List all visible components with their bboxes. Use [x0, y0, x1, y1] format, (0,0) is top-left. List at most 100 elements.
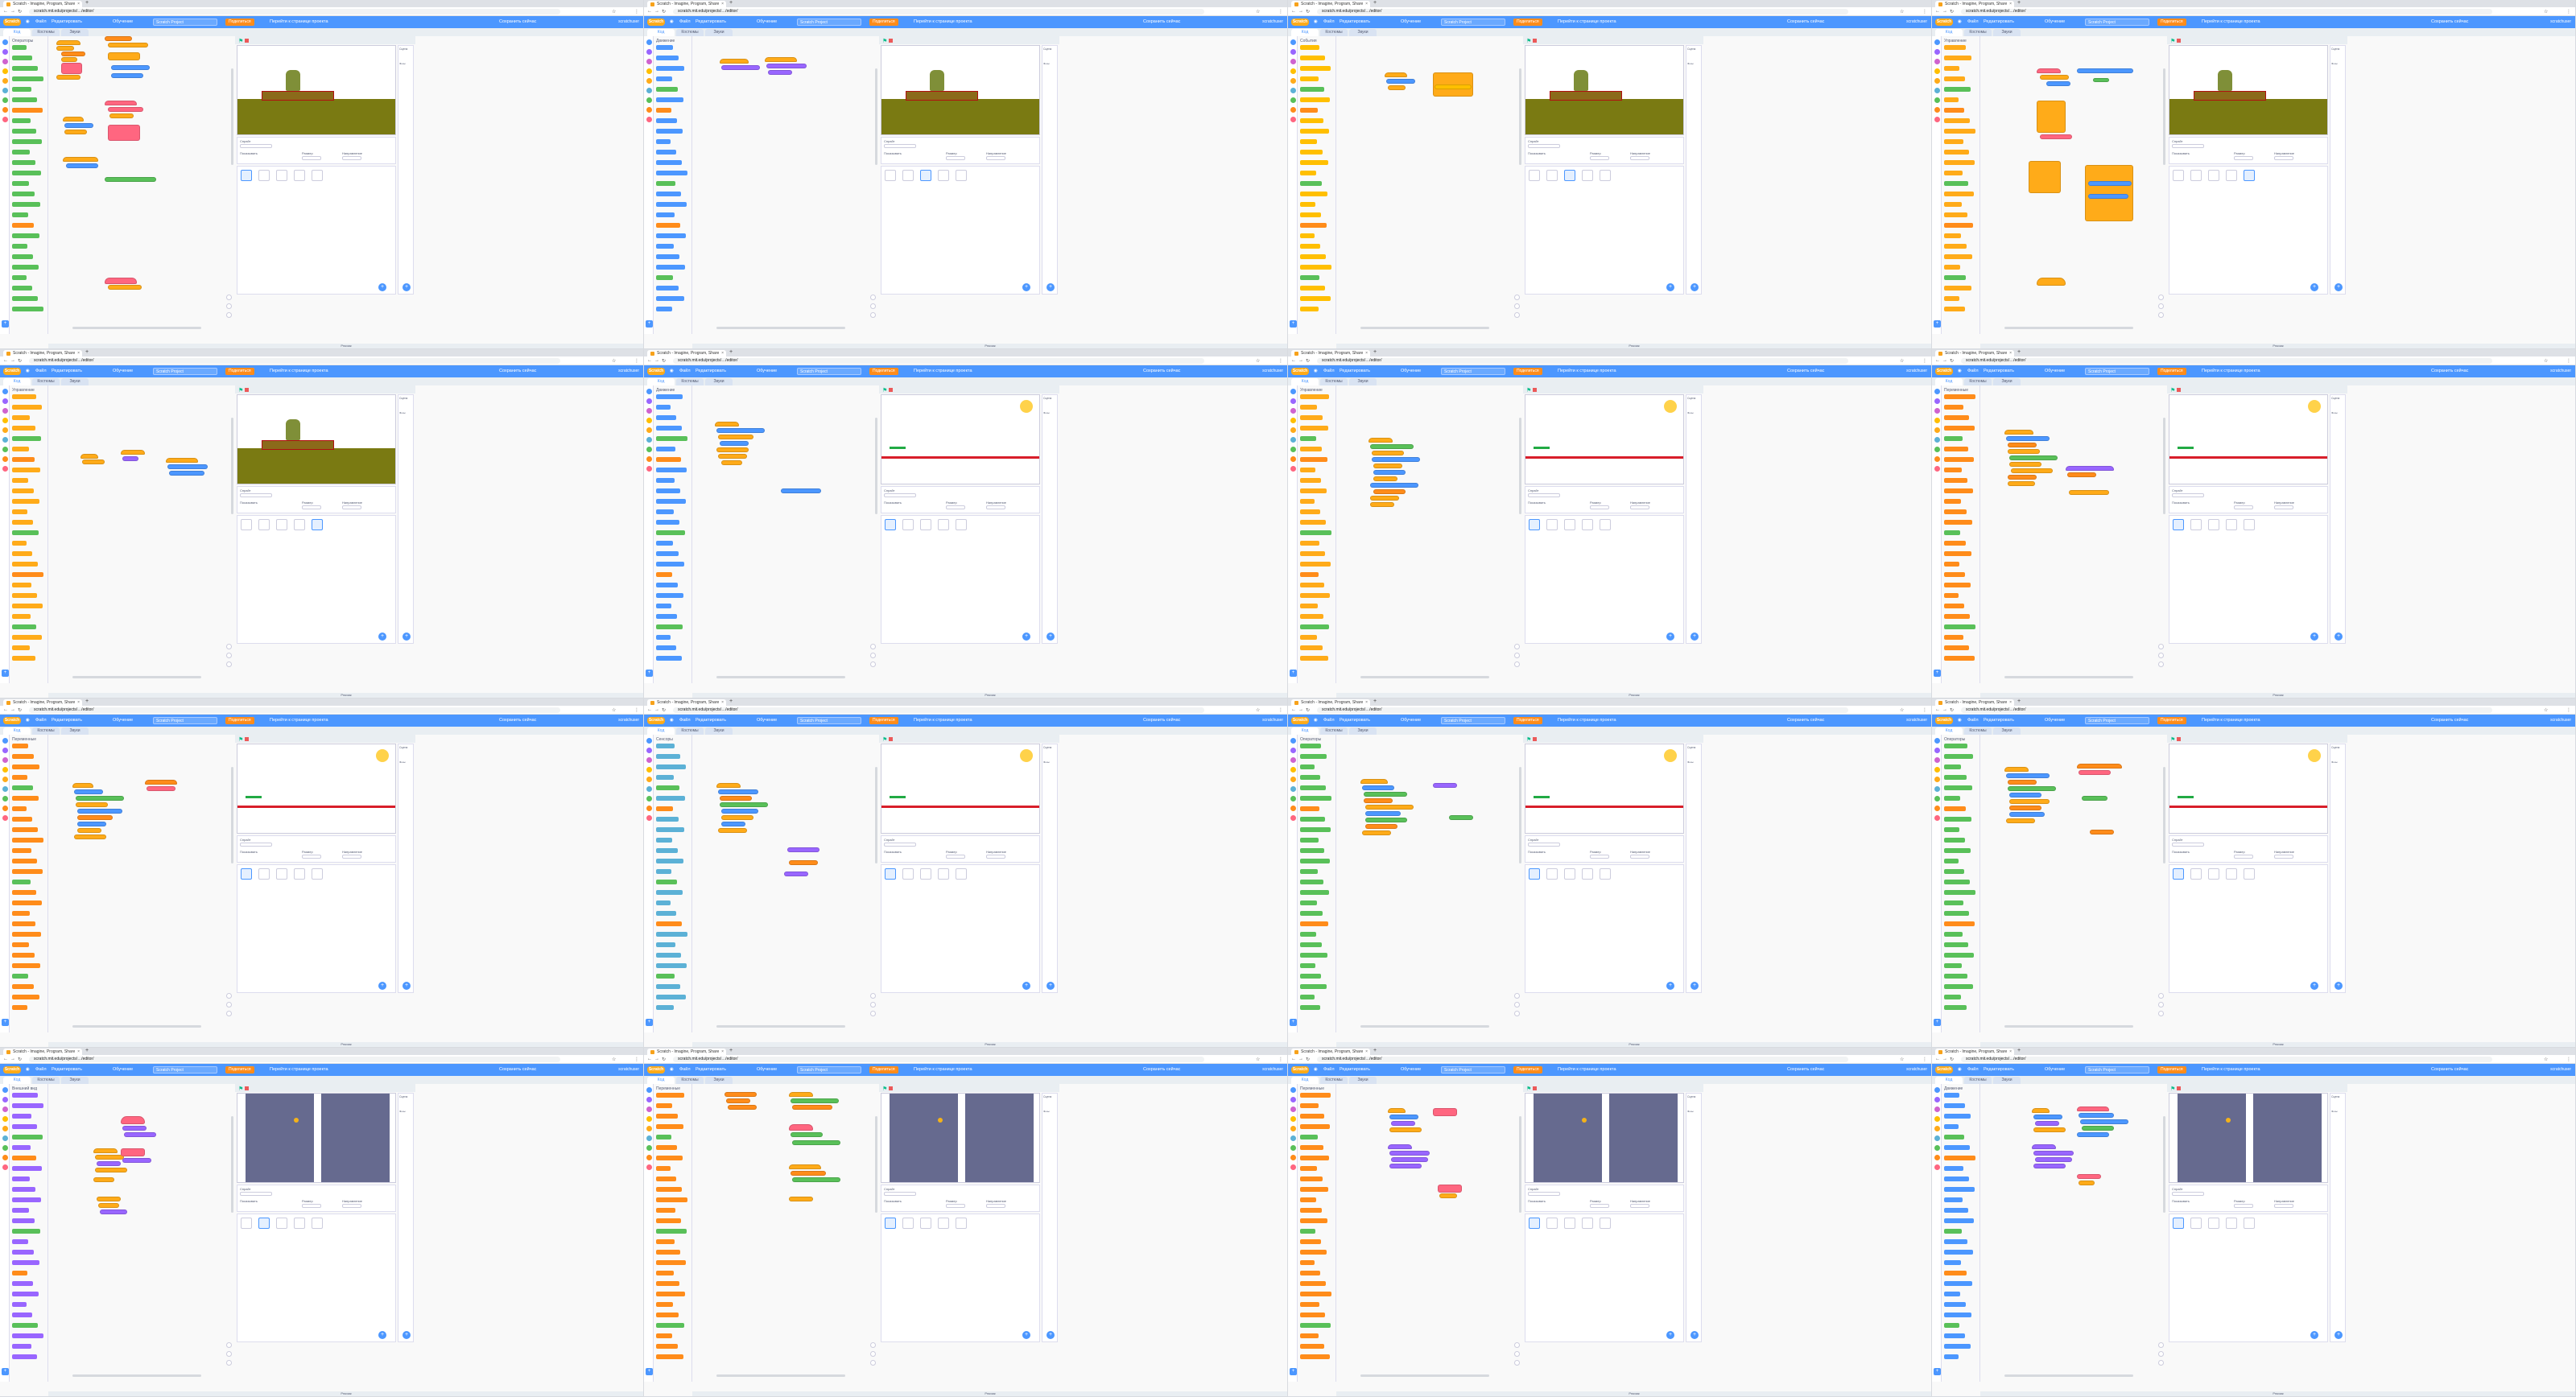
code-block[interactable] [1388, 85, 1406, 90]
add-sprite-button[interactable]: + [1022, 633, 1030, 641]
palette-block[interactable] [1944, 1114, 1971, 1119]
sprite-thumbnail[interactable] [1546, 170, 1558, 181]
palette-block[interactable] [12, 604, 43, 608]
direction-field[interactable] [342, 505, 361, 509]
code-block[interactable] [56, 75, 80, 80]
code-block[interactable] [789, 1197, 813, 1201]
palette-block[interactable] [656, 859, 683, 863]
palette-block[interactable] [1944, 436, 1963, 441]
code-block[interactable] [2040, 134, 2072, 139]
palette-block[interactable] [1944, 307, 1965, 311]
sprite-name-field[interactable] [2172, 1192, 2204, 1196]
tab-costumes[interactable]: Костюмы [32, 378, 60, 385]
zoom-out-icon[interactable] [226, 1351, 232, 1357]
palette-block[interactable] [12, 880, 31, 884]
palette-block[interactable] [12, 488, 34, 493]
sprite-thumbnail[interactable] [241, 1218, 252, 1229]
project-title-input[interactable]: Scratch Project [1441, 717, 1505, 724]
add-extension-button[interactable]: + [2, 1368, 9, 1375]
add-backdrop-button[interactable]: + [1690, 982, 1699, 990]
code-block[interactable] [2008, 786, 2056, 791]
palette-block[interactable] [656, 869, 671, 874]
palette-block[interactable] [12, 254, 33, 259]
zoom-reset-icon[interactable] [1514, 661, 1520, 667]
palette-block[interactable] [1300, 1093, 1331, 1098]
new-tab-icon[interactable]: + [1373, 0, 1377, 6]
palette-block[interactable] [1300, 583, 1324, 587]
green-flag-icon[interactable]: ⚑ [882, 387, 887, 394]
stop-icon[interactable] [2177, 1086, 2181, 1090]
backpack-bar[interactable]: Рюкзак [1980, 1391, 2575, 1396]
category-1-icon[interactable] [646, 748, 652, 753]
tab-costumes[interactable]: Костюмы [1964, 1077, 1992, 1084]
palette-block[interactable] [1944, 139, 1963, 144]
see-project-page-link[interactable]: Перейти к странице проекта [2202, 1067, 2260, 1072]
reload-icon[interactable]: ↻ [662, 707, 666, 713]
palette-block[interactable] [1944, 426, 1975, 431]
palette-block[interactable] [1944, 1187, 1975, 1192]
code-block[interactable] [718, 789, 758, 794]
new-tab-icon[interactable]: + [2017, 349, 2021, 355]
palette-block[interactable] [12, 593, 37, 598]
forward-icon[interactable]: → [1942, 1057, 1947, 1061]
sprite-name-field[interactable] [240, 493, 272, 497]
share-button[interactable]: Поделиться [225, 717, 254, 724]
palette-block[interactable] [656, 890, 683, 895]
code-block[interactable] [726, 1098, 750, 1103]
backpack-bar[interactable]: Рюкзак [692, 1391, 1287, 1396]
language-globe-icon[interactable]: ◉ [26, 369, 30, 373]
see-project-page-link[interactable]: Перейти к странице проекта [270, 369, 328, 373]
palette-block[interactable] [656, 87, 678, 92]
forward-icon[interactable]: → [654, 707, 659, 712]
add-extension-button[interactable]: + [1290, 320, 1297, 328]
hat-block[interactable] [2037, 278, 2066, 286]
palette-block[interactable] [12, 806, 27, 811]
stage-canvas[interactable] [2169, 45, 2328, 135]
category-7-icon[interactable] [1934, 456, 1940, 462]
url-field[interactable]: scratch.mit.edu/projects/…/editor/ [673, 358, 1204, 364]
palette-block[interactable] [1944, 827, 1959, 832]
category-4-icon[interactable] [646, 1126, 652, 1131]
tab-code[interactable]: Код [3, 1077, 31, 1084]
palette-block[interactable] [656, 223, 680, 228]
palette-block[interactable] [656, 635, 671, 640]
category-7-icon[interactable] [2, 107, 8, 113]
palette-block[interactable] [1944, 764, 1961, 769]
scratch-logo[interactable]: Scratch [1291, 1066, 1309, 1074]
code-block[interactable] [791, 1098, 839, 1103]
language-globe-icon[interactable]: ◉ [26, 1067, 30, 1072]
category-3-icon[interactable] [646, 68, 652, 74]
category-6-icon[interactable] [646, 97, 652, 103]
palette-block[interactable] [1300, 974, 1321, 979]
palette-block[interactable] [12, 859, 37, 863]
palette-block[interactable] [1944, 796, 1960, 801]
category-2-icon[interactable] [646, 408, 652, 414]
palette-block[interactable] [656, 307, 672, 311]
stage-canvas[interactable] [237, 45, 396, 135]
palette-block[interactable] [12, 838, 43, 843]
palette-block[interactable] [1300, 1271, 1320, 1275]
hat-block[interactable] [2037, 68, 2061, 73]
size-field[interactable] [302, 855, 321, 859]
sprite-thumbnail[interactable] [1582, 170, 1593, 181]
save-now-link[interactable]: Сохранить сейчас [1143, 718, 1180, 723]
sprite-thumbnail[interactable] [956, 170, 967, 181]
category-0-icon[interactable] [1290, 389, 1296, 394]
backpack-bar[interactable]: Рюкзак [1336, 693, 1931, 698]
palette-block[interactable] [656, 202, 687, 207]
category-5-icon[interactable] [646, 786, 652, 792]
code-block[interactable] [122, 456, 138, 461]
menu-tutorials[interactable]: Обучение [1401, 718, 1421, 723]
close-tab-icon[interactable]: × [721, 2, 724, 6]
see-project-page-link[interactable]: Перейти к странице проекта [914, 19, 972, 24]
palette-block[interactable] [656, 181, 675, 186]
stop-icon[interactable] [889, 39, 893, 43]
new-tab-icon[interactable]: + [729, 0, 733, 6]
sprite-name-field[interactable] [2172, 493, 2204, 497]
account-menu[interactable]: scratchuser [1906, 1067, 1927, 1072]
code-block[interactable] [2033, 1151, 2074, 1156]
category-7-icon[interactable] [2, 456, 8, 462]
add-extension-button[interactable]: + [2, 670, 9, 677]
hat-block[interactable] [166, 458, 198, 463]
category-7-icon[interactable] [646, 1155, 652, 1160]
